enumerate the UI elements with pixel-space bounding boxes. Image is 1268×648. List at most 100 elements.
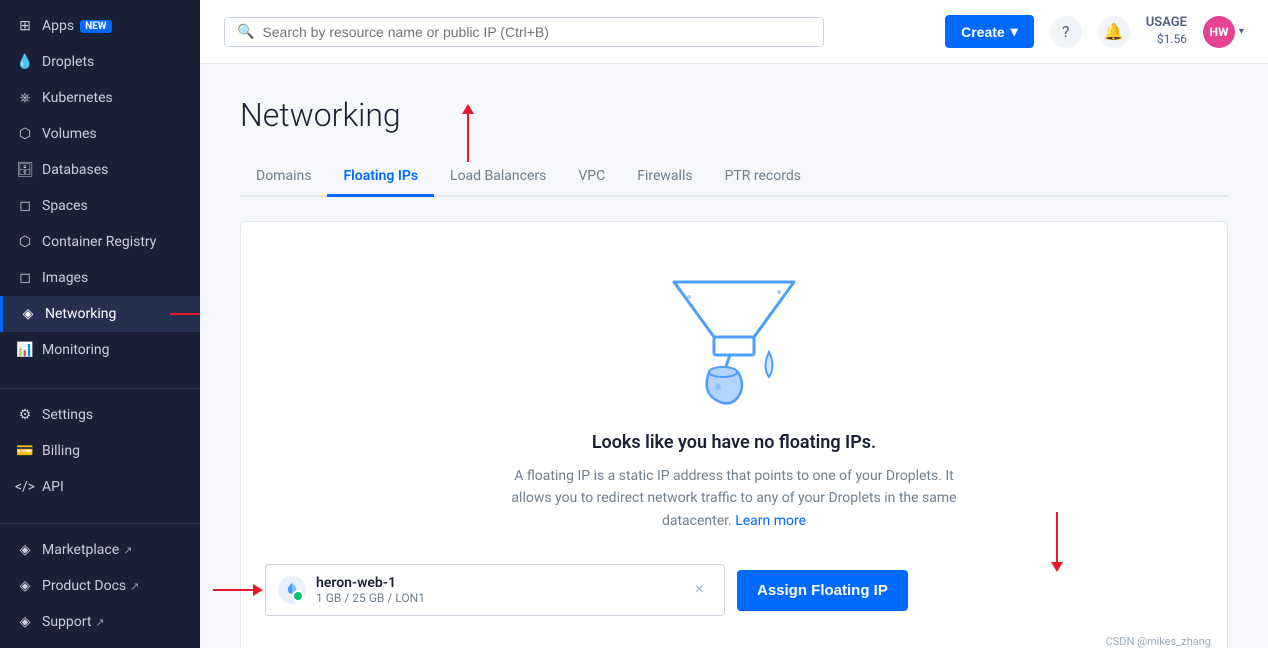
search-bar[interactable]: 🔍: [224, 17, 824, 47]
tab-firewalls[interactable]: Firewalls: [621, 158, 708, 197]
kubernetes-icon: ⎈: [16, 89, 34, 107]
assign-button-wrapper: Assign Floating IP: [737, 570, 1203, 611]
avatar-wrapper[interactable]: HW ▾: [1203, 16, 1244, 48]
empty-state-description: A floating IP is a static IP address tha…: [494, 465, 974, 532]
sidebar-item-label: Support: [42, 614, 91, 630]
clear-droplet-button[interactable]: ×: [687, 577, 712, 603]
help-button[interactable]: ?: [1050, 16, 1082, 48]
sidebar-item-networking[interactable]: ◈ Networking: [0, 296, 200, 332]
sidebar-item-label: Droplets: [42, 54, 94, 70]
marketplace-icon: ◈: [16, 541, 34, 559]
arrow-left: [170, 308, 200, 320]
droplets-icon: 💧: [16, 53, 34, 71]
arrow-head-up: [462, 104, 474, 114]
sidebar-item-monitoring[interactable]: 📊 Monitoring: [0, 332, 200, 368]
close-icon: ×: [695, 581, 704, 598]
content-area: Networking Domains Floating IPs Load Bal…: [200, 64, 1268, 648]
sidebar-item-product-docs[interactable]: ◈ Product Docs ↗: [0, 568, 200, 604]
main-area: 🔍 Create ▾ ? 🔔 USAGE $1.56 HW ▾: [200, 0, 1268, 648]
sidebar-item-label: Marketplace: [42, 542, 119, 558]
floating-ips-card: Looks like you have no floating IPs. A f…: [240, 221, 1228, 648]
sidebar-item-label: Databases: [42, 162, 108, 178]
page-title: Networking: [240, 96, 1228, 134]
container-registry-icon: ⬡: [16, 233, 34, 251]
monitoring-icon: 📊: [16, 341, 34, 359]
sidebar-item-api[interactable]: </> API: [0, 469, 200, 505]
tab-label: PTR records: [725, 168, 801, 184]
assign-label: Assign Floating IP: [757, 582, 888, 599]
sidebar-item-settings[interactable]: ⚙ Settings: [0, 397, 200, 433]
arrow-line: [170, 313, 200, 315]
sidebar-item-databases[interactable]: 🗄 Databases: [0, 152, 200, 188]
sidebar-item-label: Spaces: [42, 198, 88, 214]
external-link-icon: ↗: [95, 616, 104, 629]
sidebar-item-label: Networking: [45, 306, 116, 322]
product-docs-icon: ◈: [16, 577, 34, 595]
tab-label: Floating IPs: [343, 168, 418, 184]
card-footer: heron-web-1 1 GB / 25 GB / LON1 ×: [265, 564, 1203, 616]
avatar-initials: HW: [1209, 25, 1228, 39]
sidebar-item-billing[interactable]: 💳 Billing: [0, 433, 200, 469]
sidebar-item-label: Apps: [42, 18, 74, 34]
droplet-info: heron-web-1 1 GB / 25 GB / LON1: [316, 575, 425, 605]
sidebar-item-support[interactable]: ◈ Support ↗: [0, 604, 200, 640]
api-icon: </>: [16, 478, 34, 496]
header: 🔍 Create ▾ ? 🔔 USAGE $1.56 HW ▾: [200, 0, 1268, 64]
droplet-status-dot: [278, 576, 306, 604]
avatar-chevron-icon: ▾: [1239, 26, 1244, 37]
sidebar-item-container-registry[interactable]: ⬡ Container Registry: [0, 224, 200, 260]
sidebar-item-kubernetes[interactable]: ⎈ Kubernetes: [0, 80, 200, 116]
create-button[interactable]: Create ▾: [945, 15, 1034, 48]
tab-label: VPC: [578, 168, 605, 184]
tab-floating-ips[interactable]: Floating IPs: [327, 158, 434, 197]
arrow-up-floating-ips: [462, 104, 474, 162]
droplet-specs: 1 GB / 25 GB / LON1: [316, 591, 425, 605]
sidebar-nav: ⊞ Apps NEW 💧 Droplets ⎈ Kubernetes ⬡ Vol…: [0, 0, 200, 523]
arrow-head-down: [1051, 562, 1063, 572]
tabs: Domains Floating IPs Load Balancers VPC …: [240, 158, 1228, 197]
header-right: Create ▾ ? 🔔 USAGE $1.56 HW ▾: [945, 15, 1244, 48]
empty-state-title: Looks like you have no floating IPs.: [592, 432, 876, 453]
sidebar-item-droplets[interactable]: 💧 Droplets: [0, 44, 200, 80]
arrow-down-assign: [1051, 512, 1063, 572]
tab-domains[interactable]: Domains: [240, 158, 327, 197]
sidebar-item-marketplace[interactable]: ◈ Marketplace ↗: [0, 532, 200, 568]
avatar[interactable]: HW: [1203, 16, 1235, 48]
tab-label: Domains: [256, 168, 311, 184]
sidebar-item-apps[interactable]: ⊞ Apps NEW: [0, 8, 200, 44]
notifications-button[interactable]: 🔔: [1098, 16, 1130, 48]
search-icon: 🔍: [237, 24, 254, 40]
external-link-icon: ↗: [123, 544, 132, 557]
tab-load-balancers[interactable]: Load Balancers: [434, 158, 562, 197]
watermark: CSDN @mikes_zhang: [1106, 635, 1211, 648]
sidebar-item-label: Billing: [42, 443, 80, 459]
sidebar-item-volumes[interactable]: ⬡ Volumes: [0, 116, 200, 152]
assign-floating-ip-button[interactable]: Assign Floating IP: [737, 570, 908, 611]
apps-icon: ⊞: [16, 17, 34, 35]
sidebar-item-label: Container Registry: [42, 234, 156, 250]
tab-ptr-records[interactable]: PTR records: [709, 158, 817, 197]
chevron-down-icon: ▾: [1011, 23, 1018, 40]
tab-label: Firewalls: [637, 168, 692, 184]
sidebar-item-images[interactable]: ◻ Images: [0, 260, 200, 296]
droplet-selector[interactable]: heron-web-1 1 GB / 25 GB / LON1 ×: [265, 564, 725, 616]
sidebar: ⊞ Apps NEW 💧 Droplets ⎈ Kubernetes ⬡ Vol…: [0, 0, 200, 648]
databases-icon: 🗄: [16, 161, 34, 179]
usage-label: USAGE: [1146, 15, 1187, 32]
arrow-right-droplet: [213, 584, 263, 596]
sidebar-item-spaces[interactable]: ◻ Spaces: [0, 188, 200, 224]
sidebar-item-label: Product Docs: [42, 578, 126, 594]
tabs-wrapper: Domains Floating IPs Load Balancers VPC …: [240, 158, 1228, 197]
settings-icon: ⚙: [16, 406, 34, 424]
search-input[interactable]: [262, 24, 811, 40]
billing-icon: 💳: [16, 442, 34, 460]
learn-more-link[interactable]: Learn more: [735, 513, 806, 529]
volumes-icon: ⬡: [16, 125, 34, 143]
apps-badge: NEW: [80, 20, 111, 33]
droplet-icon: [284, 582, 300, 598]
images-icon: ◻: [16, 269, 34, 287]
sidebar-item-label: Settings: [42, 407, 93, 423]
usage-amount: $1.56: [1146, 32, 1187, 48]
sidebar-item-label: API: [42, 479, 64, 495]
tab-vpc[interactable]: VPC: [562, 158, 621, 197]
